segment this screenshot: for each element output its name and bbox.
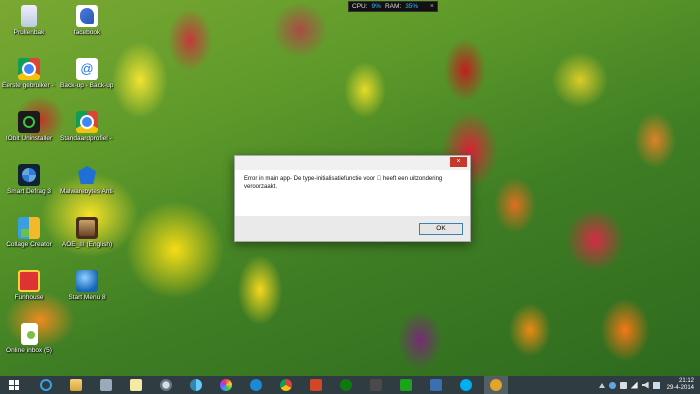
taskbar-app-file-explorer[interactable] <box>64 376 88 394</box>
ok-button[interactable]: OK <box>419 223 463 235</box>
cpu-value: 9% <box>371 3 381 10</box>
xbox-icon <box>340 379 352 391</box>
desktop-icon-smart-defrag[interactable]: Smart Defrag 3 <box>2 164 56 196</box>
powerpoint-icon <box>310 379 322 391</box>
desktop-icon-facebook[interactable]: facebook <box>60 5 114 37</box>
app-icon <box>430 379 442 391</box>
backup-icon <box>76 58 98 80</box>
taskbar-app-chrome[interactable] <box>274 376 298 394</box>
desktop-icon-label: Eerste gebruiker - Chrome <box>2 82 56 89</box>
taskbar-app-picasa[interactable] <box>214 376 238 394</box>
taskbar-app-powerpoint[interactable] <box>304 376 328 394</box>
taskbar-app-skype[interactable] <box>454 376 478 394</box>
age-of-empires-icon <box>76 217 98 239</box>
store-icon <box>400 379 412 391</box>
desktop-icon-label: Online inbox (5) <box>6 347 52 354</box>
desktop-icon-prullenbak[interactable]: Prullenbak <box>2 5 56 37</box>
iobit-uninstaller-icon <box>18 111 40 133</box>
recycle-bin-icon <box>21 5 37 27</box>
desktop-icon-backup[interactable]: Back-up - Back-up ... <box>60 58 114 90</box>
malwarebytes-icon <box>76 164 98 186</box>
desktop-icon-online-inbox[interactable]: Online inbox (5) <box>2 323 56 355</box>
taskbar-app-people[interactable] <box>154 376 178 394</box>
taskbar-app-sticky-notes[interactable] <box>124 376 148 394</box>
chrome-icon <box>76 111 98 133</box>
system-tray: 21:12 29-4-2014 <box>598 376 700 394</box>
desktop-icon-label: AOE_III (English) <box>61 241 113 248</box>
taskbar-app-internet-explorer[interactable] <box>34 376 58 394</box>
app-active-icon <box>490 379 502 391</box>
network-icon <box>190 379 202 391</box>
dialog-titlebar[interactable]: × <box>235 156 470 170</box>
clock-date: 29-4-2014 <box>666 385 694 391</box>
error-message: Error in main app- De type-initialisatie… <box>244 176 443 190</box>
taskbar-app-active[interactable] <box>484 376 508 394</box>
desktop-icon-label: Back-up - Back-up ... <box>60 82 114 89</box>
performance-meter: CPU: 9% RAM: 35% × <box>348 1 438 12</box>
people-icon <box>160 379 172 391</box>
dialog-close-button[interactable]: × <box>450 157 467 167</box>
keyboard-icon[interactable] <box>652 381 660 389</box>
desktop-icon-label: facebook <box>73 29 101 36</box>
taskbar-app-ccleaner[interactable] <box>244 376 268 394</box>
taskbar-app-xbox[interactable] <box>334 376 358 394</box>
desktop-icon-malwarebytes[interactable]: Malwarebytes Anti-Malware <box>60 164 114 196</box>
cpu-label: CPU: <box>352 3 368 10</box>
desktop-icon-standaardprofiel-chrome[interactable]: Standaardprofiel - Chrome <box>60 111 114 143</box>
error-dialog: × Error in main app- De type-initialisat… <box>234 155 471 242</box>
desktop-icon-label: Start Menu 8 <box>68 294 106 301</box>
collage-creator-icon <box>18 217 40 239</box>
desktop-icon-label: Prullenbak <box>13 29 45 36</box>
ram-value: 35% <box>405 3 419 10</box>
desktop-icon-label: Standaardprofiel - Chrome <box>60 135 114 142</box>
skype-icon <box>460 379 472 391</box>
windows-logo-icon <box>9 380 19 390</box>
desktop-icon-eerste-gebruiker-chrome[interactable]: Eerste gebruiker - Chrome <box>2 58 56 90</box>
chrome-icon <box>18 58 40 80</box>
ccleaner-icon <box>250 379 262 391</box>
smart-defrag-icon <box>18 164 40 186</box>
desktop-icon-collage-creator[interactable]: Collage Creator <box>2 217 56 249</box>
taskbar-app-generic[interactable] <box>424 376 448 394</box>
online-inbox-icon <box>20 323 38 345</box>
performance-close-icon[interactable]: × <box>430 3 434 10</box>
internet-explorer-icon <box>40 379 52 391</box>
sticky-notes-icon <box>130 379 142 391</box>
desktop-icon-label: Collage Creator <box>6 241 52 248</box>
start-button[interactable] <box>0 376 28 394</box>
taskbar-app-store[interactable] <box>394 376 418 394</box>
clock-time: 21:12 <box>678 378 694 384</box>
network-signal-icon[interactable] <box>630 381 638 389</box>
taskbar-app-video[interactable] <box>364 376 388 394</box>
chrome-icon <box>280 379 292 391</box>
video-icon <box>370 379 382 391</box>
desktop-icon-iobit-uninstaller[interactable]: IObit Uninstaller <box>2 111 56 143</box>
desktop-icon-aoe-iii[interactable]: AOE_III (English) <box>60 217 114 249</box>
start-menu-8-icon <box>76 270 98 292</box>
desktop-icon-label: Malwarebytes Anti-Malware <box>60 188 114 195</box>
picasa-icon <box>220 379 232 391</box>
ram-label: RAM: <box>384 3 402 10</box>
desktop-icon-funhouse[interactable]: Funhouse <box>2 270 56 302</box>
volume-icon[interactable] <box>641 381 649 389</box>
show-hidden-icons-icon[interactable] <box>598 382 605 388</box>
taskbar-app-monitor[interactable] <box>94 376 118 394</box>
facebook-icon <box>76 5 98 27</box>
desktop-icon-label: IObit Uninstaller <box>5 135 53 142</box>
funhouse-icon <box>18 270 40 292</box>
tray-device-icon[interactable] <box>619 381 627 389</box>
desktop-icon-label: Funhouse <box>14 294 44 301</box>
desktop-icon-label: Smart Defrag 3 <box>6 188 52 195</box>
taskbar-app-network[interactable] <box>184 376 208 394</box>
file-explorer-icon <box>70 379 82 391</box>
clock[interactable]: 21:12 29-4-2014 <box>667 378 694 392</box>
monitor-icon <box>100 379 112 391</box>
tray-app-icon[interactable] <box>608 381 616 389</box>
desktop-icon-start-menu-8[interactable]: Start Menu 8 <box>60 270 114 302</box>
taskbar: 21:12 29-4-2014 <box>0 376 700 394</box>
